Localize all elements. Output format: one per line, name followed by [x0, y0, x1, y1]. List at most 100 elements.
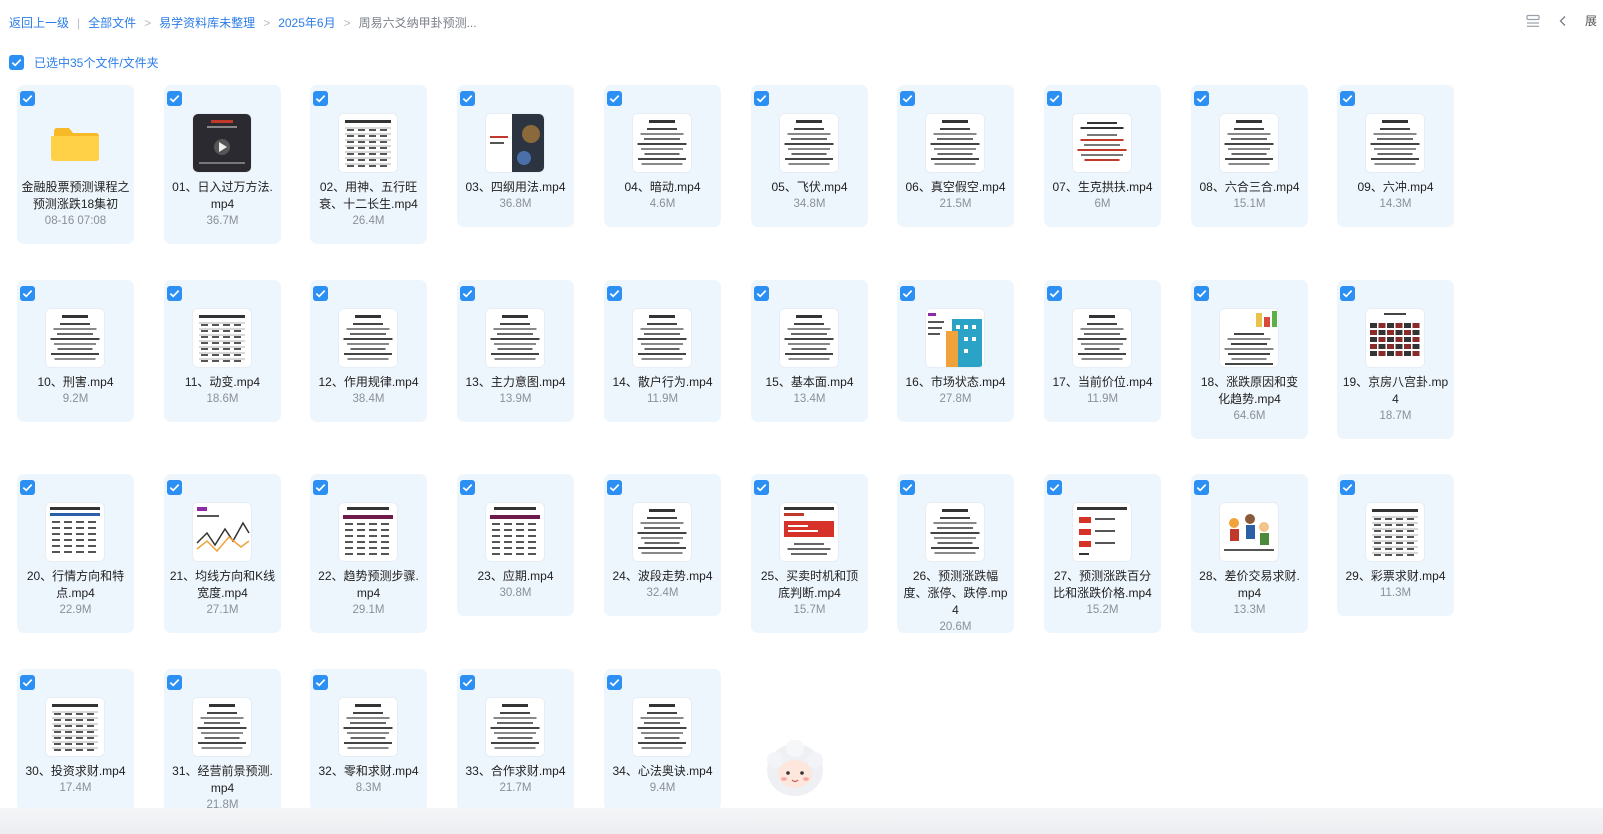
file-name: 32、零和求财.mp4 8.3M [314, 763, 423, 797]
file-card[interactable]: 04、暗动.mp4 4.6M [604, 85, 721, 227]
file-card[interactable]: 25、买卖时机和顶底判断.mp4 15.7M [751, 474, 868, 633]
file-checkbox[interactable] [460, 480, 475, 495]
file-checkbox[interactable] [20, 91, 35, 106]
file-card[interactable]: 15、基本面.mp4 13.4M [751, 280, 868, 422]
video-thumbnail-icon [486, 114, 544, 172]
file-size: 8.3M [355, 782, 382, 794]
file-checkbox[interactable] [1340, 286, 1355, 301]
file-card[interactable]: 21、均线方向和K线宽度.mp4 27.1M [164, 474, 281, 633]
file-card[interactable]: 22、趋势预测步骤.mp4 29.1M [310, 474, 427, 633]
file-size: 18.6M [206, 393, 239, 405]
file-checkbox[interactable] [460, 675, 475, 690]
back-link[interactable]: 返回上一级 [9, 14, 69, 31]
file-card[interactable]: 05、飞伏.mp4 34.8M [751, 85, 868, 227]
breadcrumb-item-library[interactable]: 易学资料库未整理 [159, 14, 255, 31]
file-card[interactable]: 11、动变.mp4 18.6M [164, 280, 281, 422]
folder-card[interactable]: 金融股票预测课程之预测涨跌18集初 08-16 07:08 [17, 85, 134, 244]
file-checkbox[interactable] [607, 675, 622, 690]
file-card[interactable]: 28、差价交易求财.mp4 13.3M [1191, 474, 1308, 633]
file-card[interactable]: 19、京房八宫卦.mp4 18.7M [1337, 280, 1454, 439]
file-checkbox[interactable] [1047, 480, 1062, 495]
file-checkbox[interactable] [607, 286, 622, 301]
file-name: 20、行情方向和特点.mp4 22.9M [21, 568, 130, 619]
file-card[interactable]: 18、涨跌原因和变化趋势.mp4 64.6M [1191, 280, 1308, 439]
file-name: 02、用神、五行旺衰、十二长生.mp4 26.4M [314, 179, 423, 230]
file-checkbox[interactable] [20, 675, 35, 690]
file-checkbox[interactable] [754, 480, 769, 495]
file-card[interactable]: 01、日入过万方法.mp4 36.7M [164, 85, 281, 244]
file-card[interactable]: 26、预测涨跌幅度、涨停、跌停.mp4 20.6M [897, 474, 1014, 633]
file-checkbox[interactable] [607, 480, 622, 495]
file-card[interactable]: 24、波段走势.mp4 32.4M [604, 474, 721, 616]
file-checkbox[interactable] [167, 286, 182, 301]
file-checkbox[interactable] [1194, 91, 1209, 106]
file-card[interactable]: 23、应期.mp4 30.8M [457, 474, 574, 616]
file-size: 11.3M [1379, 587, 1412, 599]
video-thumbnail-icon [1366, 309, 1424, 367]
file-checkbox[interactable] [460, 286, 475, 301]
file-name: 22、趋势预测步骤.mp4 29.1M [314, 568, 423, 619]
file-card[interactable]: 12、作用规律.mp4 38.4M [310, 280, 427, 422]
breadcrumb-arrow: > [343, 15, 351, 30]
file-card[interactable]: 30、投资求财.mp4 17.4M [17, 669, 134, 811]
chevron-left-icon[interactable] [1555, 13, 1571, 29]
file-card[interactable]: 09、六冲.mp4 14.3M [1337, 85, 1454, 227]
select-all-checkbox[interactable] [9, 55, 24, 70]
file-size: 32.4M [646, 587, 679, 599]
file-checkbox[interactable] [754, 91, 769, 106]
file-checkbox[interactable] [1194, 286, 1209, 301]
selection-bar: 已选中35个文件/文件夹 [9, 54, 159, 71]
file-name: 26、预测涨跌幅度、涨停、跌停.mp4 20.6M [901, 568, 1010, 636]
file-card[interactable]: 27、预测涨跌百分比和涨跌价格.mp4 15.2M [1044, 474, 1161, 633]
file-card[interactable]: 31、经营前景预测.mp4 21.8M [164, 669, 281, 828]
file-card[interactable]: 13、主力意图.mp4 13.9M [457, 280, 574, 422]
file-card[interactable]: 10、刑害.mp4 9.2M [17, 280, 134, 422]
file-checkbox[interactable] [167, 91, 182, 106]
video-thumbnail-icon [486, 503, 544, 561]
file-name: 25、买卖时机和顶底判断.mp4 15.7M [755, 568, 864, 619]
file-checkbox[interactable] [167, 675, 182, 690]
file-checkbox[interactable] [313, 91, 328, 106]
file-checkbox[interactable] [1340, 91, 1355, 106]
file-card[interactable]: 17、当前价位.mp4 11.9M [1044, 280, 1161, 422]
file-checkbox[interactable] [313, 480, 328, 495]
breadcrumb-arrow: > [263, 15, 271, 30]
file-checkbox[interactable] [900, 286, 915, 301]
file-name: 07、生克拱扶.mp4 6M [1048, 179, 1157, 213]
assistant-mascot-icon[interactable] [763, 739, 827, 800]
file-checkbox[interactable] [20, 480, 35, 495]
file-checkbox[interactable] [1047, 91, 1062, 106]
breadcrumb-item-month[interactable]: 2025年6月 [278, 14, 335, 31]
file-size: 27.8M [939, 393, 972, 405]
file-checkbox[interactable] [900, 91, 915, 106]
expand-label[interactable]: 展 [1585, 12, 1597, 29]
file-card[interactable]: 16、市场状态.mp4 27.8M [897, 280, 1014, 422]
file-checkbox[interactable] [1340, 480, 1355, 495]
file-checkbox[interactable] [607, 91, 622, 106]
list-view-icon[interactable] [1525, 13, 1541, 29]
file-checkbox[interactable] [1047, 286, 1062, 301]
file-size: 4.6M [649, 198, 676, 210]
file-size: 14.3M [1379, 198, 1412, 210]
file-checkbox[interactable] [313, 675, 328, 690]
file-card[interactable]: 34、心法奥诀.mp4 9.4M [604, 669, 721, 811]
file-checkbox[interactable] [460, 91, 475, 106]
file-checkbox[interactable] [167, 480, 182, 495]
breadcrumb-item-all-files[interactable]: 全部文件 [88, 14, 136, 31]
file-card[interactable]: 29、彩票求财.mp4 11.3M [1337, 474, 1454, 616]
file-checkbox[interactable] [313, 286, 328, 301]
file-checkbox[interactable] [20, 286, 35, 301]
file-size: 11.9M [1086, 393, 1119, 405]
file-card[interactable]: 32、零和求财.mp4 8.3M [310, 669, 427, 811]
file-card[interactable]: 08、六合三合.mp4 15.1M [1191, 85, 1308, 227]
file-card[interactable]: 33、合作求财.mp4 21.7M [457, 669, 574, 811]
file-card[interactable]: 03、四纲用法.mp4 36.8M [457, 85, 574, 227]
file-checkbox[interactable] [900, 480, 915, 495]
file-card[interactable]: 14、散户行为.mp4 11.9M [604, 280, 721, 422]
file-checkbox[interactable] [1194, 480, 1209, 495]
file-card[interactable]: 20、行情方向和特点.mp4 22.9M [17, 474, 134, 633]
file-card[interactable]: 02、用神、五行旺衰、十二长生.mp4 26.4M [310, 85, 427, 244]
file-card[interactable]: 07、生克拱扶.mp4 6M [1044, 85, 1161, 227]
file-card[interactable]: 06、真空假空.mp4 21.5M [897, 85, 1014, 227]
file-checkbox[interactable] [754, 286, 769, 301]
